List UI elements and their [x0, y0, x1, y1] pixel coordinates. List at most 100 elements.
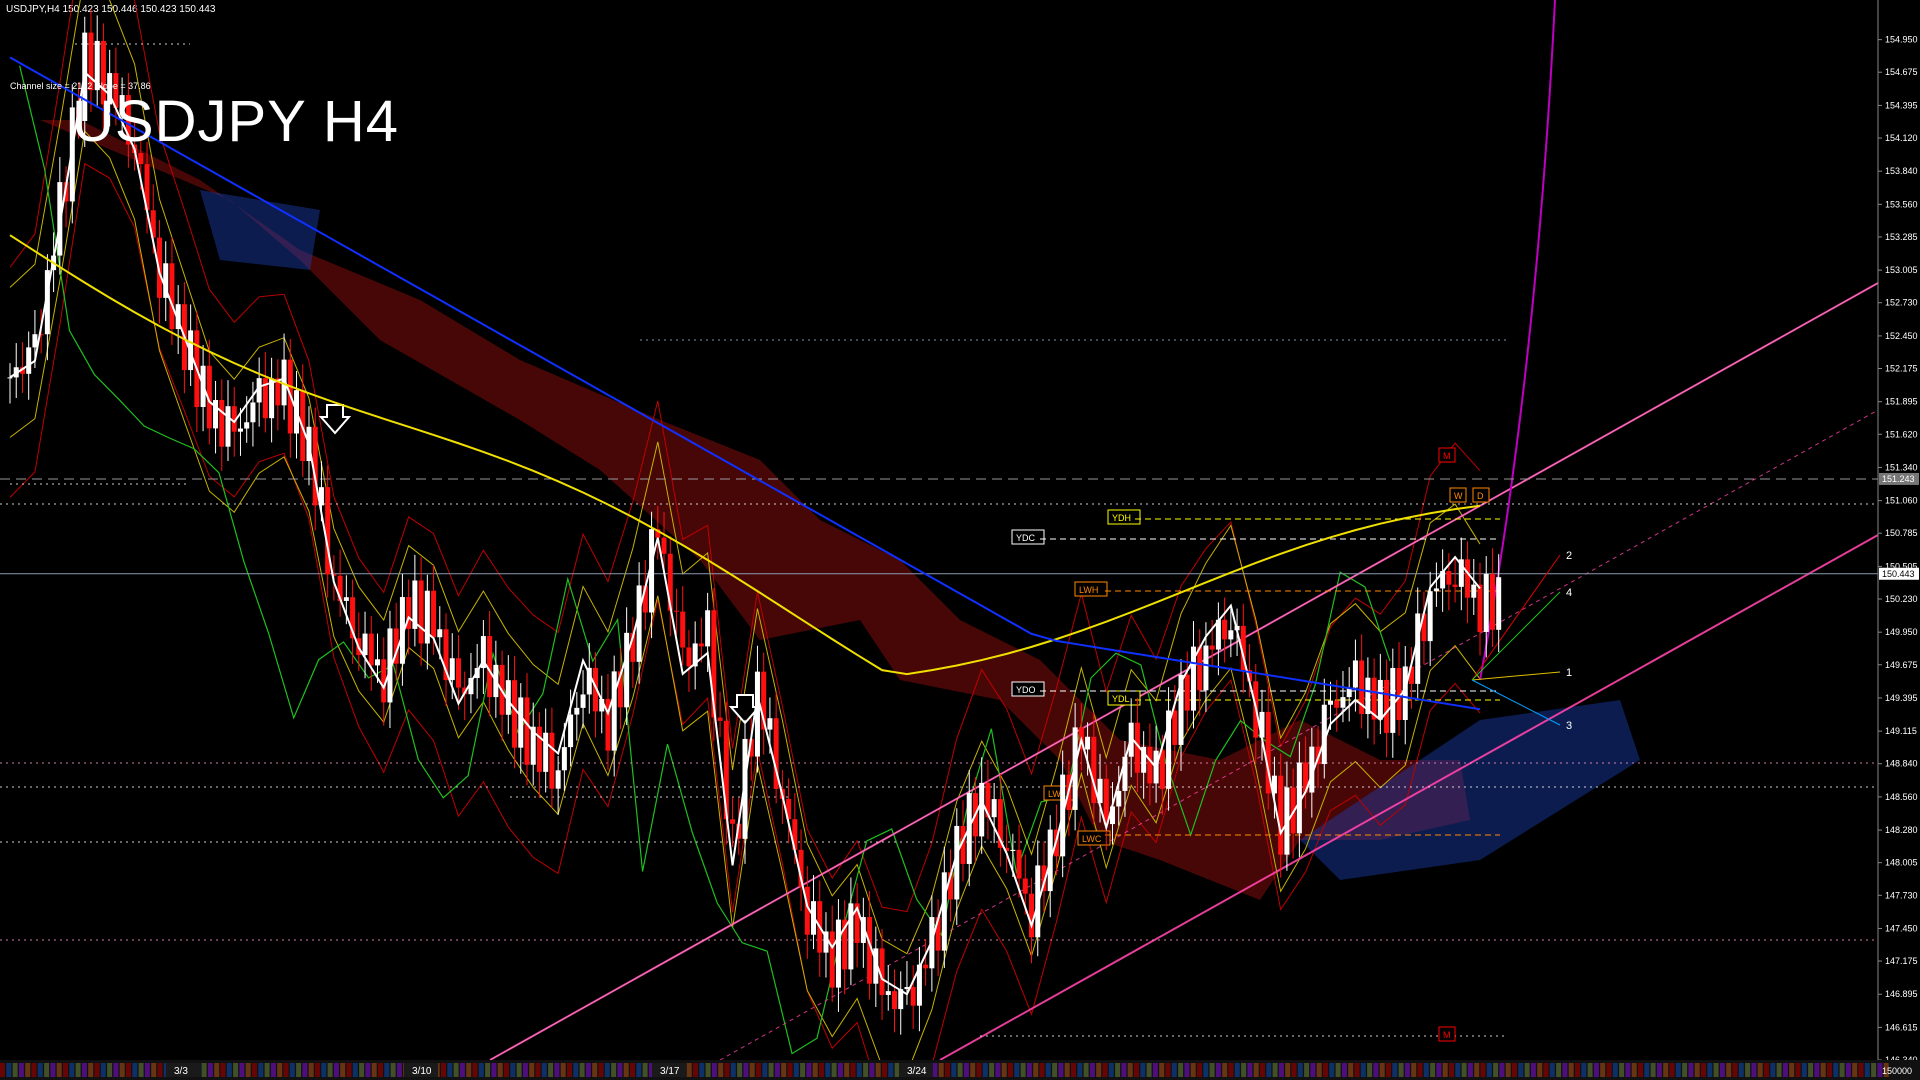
time-strip-cell	[1606, 1063, 1612, 1077]
time-strip-cell	[831, 1063, 837, 1077]
time-strip-cell	[976, 1063, 982, 1077]
time-strip-cell	[1411, 1063, 1417, 1077]
time-strip-cell	[548, 1063, 554, 1077]
price-tick-label: 149.115	[1885, 726, 1917, 736]
time-strip-cell	[396, 1063, 402, 1077]
time-strip-cell	[1392, 1063, 1398, 1077]
candle-bull	[885, 991, 891, 995]
time-strip-cell	[12, 1063, 18, 1077]
projection-line	[1471, 671, 1561, 681]
time-strip-cell	[1625, 1063, 1631, 1077]
time-strip-cell	[1732, 1063, 1738, 1077]
time-strip-cell	[585, 1063, 591, 1077]
level-tag-label: D	[1477, 491, 1484, 501]
time-strip-cell	[945, 1063, 950, 1077]
ichimoku-cloud	[40, 120, 1640, 900]
time-strip-cell	[1404, 1063, 1410, 1077]
candle-bull	[555, 770, 561, 789]
time-strip-cell	[1026, 1063, 1032, 1077]
candle-bear	[1172, 710, 1178, 745]
time-strip-cell	[0, 1063, 5, 1077]
time-strip-cell	[1203, 1063, 1209, 1077]
time-strip-cell	[1083, 1063, 1089, 1077]
candle-bull	[1228, 630, 1234, 640]
time-strip-cell	[800, 1063, 806, 1077]
time-strip-cell	[327, 1063, 333, 1077]
candle-bear	[1016, 849, 1022, 879]
candle-bear	[1029, 893, 1035, 938]
price-tick-label: 150.785	[1885, 528, 1918, 538]
time-strip-cell	[1682, 1063, 1688, 1077]
time-strip-cell	[1467, 1063, 1473, 1077]
time-strip-cell	[630, 1063, 635, 1077]
time-strip-cell	[850, 1063, 856, 1077]
time-strip-cell	[1669, 1063, 1675, 1077]
time-strip-cell	[1253, 1063, 1259, 1077]
candle-bear	[418, 580, 424, 644]
date-label: 3/3	[174, 1066, 188, 1077]
time-strip-cell	[1814, 1063, 1820, 1077]
candle-bear	[829, 931, 835, 988]
time-strip-cell	[1001, 1063, 1007, 1077]
time-strip-cell	[239, 1063, 245, 1077]
candle-bull	[244, 422, 250, 429]
current-price-label: 150.443	[1882, 569, 1915, 579]
candle-bear	[368, 633, 374, 666]
time-strip-cell	[1184, 1063, 1190, 1077]
time-strip-cell	[289, 1063, 295, 1077]
time-strip-cell	[1152, 1063, 1158, 1077]
candle-bear	[661, 537, 667, 554]
candle-bull	[1340, 697, 1346, 708]
time-strip-cell	[1537, 1063, 1543, 1077]
time-strip-cell	[144, 1063, 150, 1077]
date-label: 3/24	[907, 1066, 927, 1077]
time-strip-cell	[44, 1063, 50, 1077]
time-strip-cell	[1304, 1063, 1310, 1077]
price-chart[interactable]: YDCYDHLWHYDOYDLLWLLWCW DMM1234 154.950154…	[0, 0, 1920, 1080]
time-strip-cell	[308, 1063, 314, 1077]
time-strip-cell	[485, 1063, 491, 1077]
time-strip-cell	[882, 1063, 887, 1077]
time-strip-cell	[1234, 1063, 1240, 1077]
time-strip-cell	[1089, 1063, 1095, 1077]
cloud-bullish-small	[200, 190, 320, 270]
time-strip-cell	[18, 1063, 24, 1077]
candle-bull	[7, 377, 13, 379]
time-strip-cell	[592, 1063, 598, 1077]
time-strip-cell	[1518, 1063, 1524, 1077]
time-strip-cell	[1348, 1063, 1354, 1077]
time-strip-cell	[516, 1063, 522, 1077]
candle-bull	[1471, 584, 1477, 598]
time-strip-cell	[1228, 1063, 1234, 1077]
time-strip-cell	[875, 1063, 881, 1077]
time-strip-cell	[1108, 1063, 1114, 1077]
candle-bull	[375, 659, 380, 666]
time-strip-cell	[693, 1063, 698, 1077]
time-strip-cell	[819, 1063, 824, 1077]
time-strip-cell	[296, 1063, 302, 1077]
time-strip-cell	[1222, 1063, 1228, 1077]
candle-bull	[705, 610, 711, 647]
time-strip-cell	[378, 1063, 383, 1077]
time-strip-cell	[447, 1063, 453, 1077]
time-strip-cell	[31, 1063, 37, 1077]
time-strip-cell	[768, 1063, 774, 1077]
candle-bull	[26, 347, 32, 374]
candle-bear	[1334, 700, 1340, 708]
candle-bull	[624, 632, 630, 708]
time-strip-cell	[787, 1063, 793, 1077]
time-strip-cell	[1556, 1063, 1562, 1077]
candle-bull	[979, 782, 985, 837]
time-strip-cell	[504, 1063, 509, 1077]
candle-bear	[1477, 584, 1483, 632]
time-strip-cell	[1045, 1063, 1051, 1077]
time-strip-cell	[472, 1063, 478, 1077]
time-strip-cell	[56, 1063, 62, 1077]
time-strip-cell	[1039, 1063, 1045, 1077]
time-strip-cell	[491, 1063, 497, 1077]
time-strip-cell	[233, 1063, 239, 1077]
time-strip-cell	[1650, 1063, 1656, 1077]
time-strip-cell	[1782, 1063, 1788, 1077]
time-strip-cell	[1272, 1063, 1278, 1077]
time-strip-cell	[1209, 1063, 1215, 1077]
